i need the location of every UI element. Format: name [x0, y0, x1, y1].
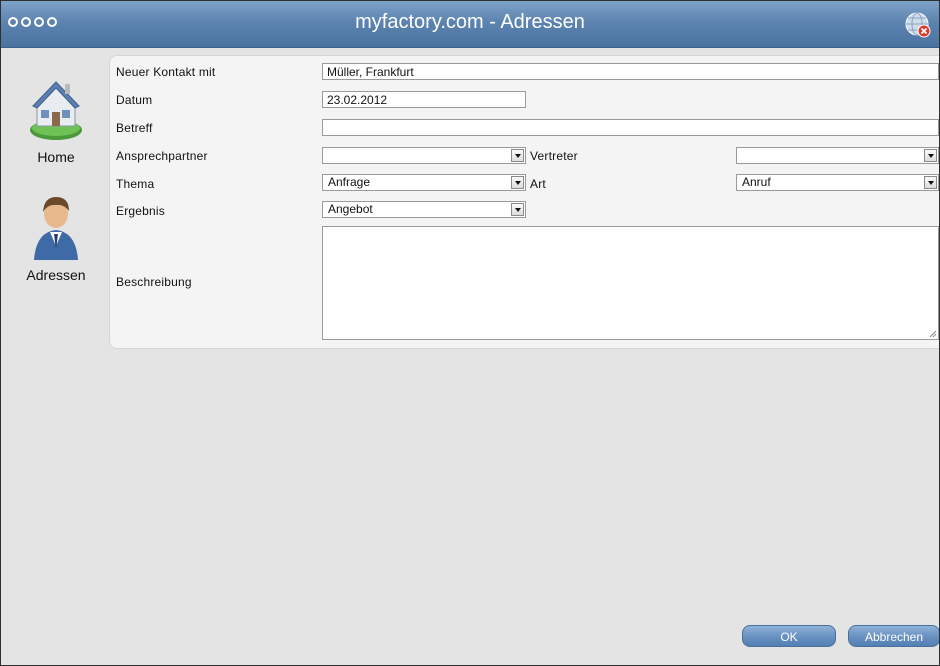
thema-select[interactable]: Anfrage	[322, 174, 526, 191]
beschreibung-label: Beschreibung	[116, 275, 192, 289]
chevron-down-icon	[511, 203, 524, 216]
art-value: Anruf	[742, 175, 771, 189]
datum-label: Datum	[116, 93, 153, 107]
sidebar-item-label: Adressen	[26, 267, 86, 283]
vertreter-select[interactable]	[736, 147, 939, 164]
title-bar: myfactory.com - Adressen	[1, 1, 939, 48]
art-label: Art	[530, 177, 546, 191]
resize-grip-icon[interactable]	[929, 330, 937, 338]
sidebar-item-adressen[interactable]: Adressen	[1, 188, 111, 283]
datum-field[interactable]: 23.02.2012	[322, 91, 526, 108]
person-icon	[34, 197, 78, 260]
cancel-button[interactable]: Abbrechen	[848, 625, 939, 647]
betreff-label: Betreff	[116, 121, 153, 135]
sidebar-item-home[interactable]: Home	[1, 74, 111, 165]
thema-value: Anfrage	[328, 175, 371, 189]
sidebar: Home Adressen	[1, 48, 111, 665]
chevron-down-icon	[924, 176, 937, 189]
ok-button[interactable]: OK	[742, 625, 836, 647]
chevron-down-icon	[924, 149, 937, 162]
globe-close-icon[interactable]	[905, 12, 931, 38]
vertreter-label: Vertreter	[530, 149, 578, 163]
art-select[interactable]: Anruf	[736, 174, 939, 191]
chevron-down-icon	[511, 149, 524, 162]
thema-label: Thema	[116, 177, 155, 191]
neuer-kontakt-label: Neuer Kontakt mit	[116, 65, 216, 79]
ansprechpartner-select[interactable]	[322, 147, 526, 164]
sidebar-item-label: Home	[37, 149, 75, 165]
chevron-down-icon	[511, 176, 524, 189]
ergebnis-label: Ergebnis	[116, 204, 165, 218]
neuer-kontakt-field[interactable]: Müller, Frankfurt	[322, 63, 939, 80]
ergebnis-value: Angebot	[328, 202, 373, 216]
beschreibung-textarea[interactable]	[322, 226, 939, 340]
house-icon	[30, 81, 82, 140]
ergebnis-select[interactable]: Angebot	[322, 201, 526, 218]
ansprechpartner-label: Ansprechpartner	[116, 149, 208, 163]
window-title: myfactory.com - Adressen	[355, 11, 585, 33]
betreff-field[interactable]	[322, 119, 939, 136]
app-window: myfactory.com - Adressen Home Adressen N…	[0, 0, 940, 666]
